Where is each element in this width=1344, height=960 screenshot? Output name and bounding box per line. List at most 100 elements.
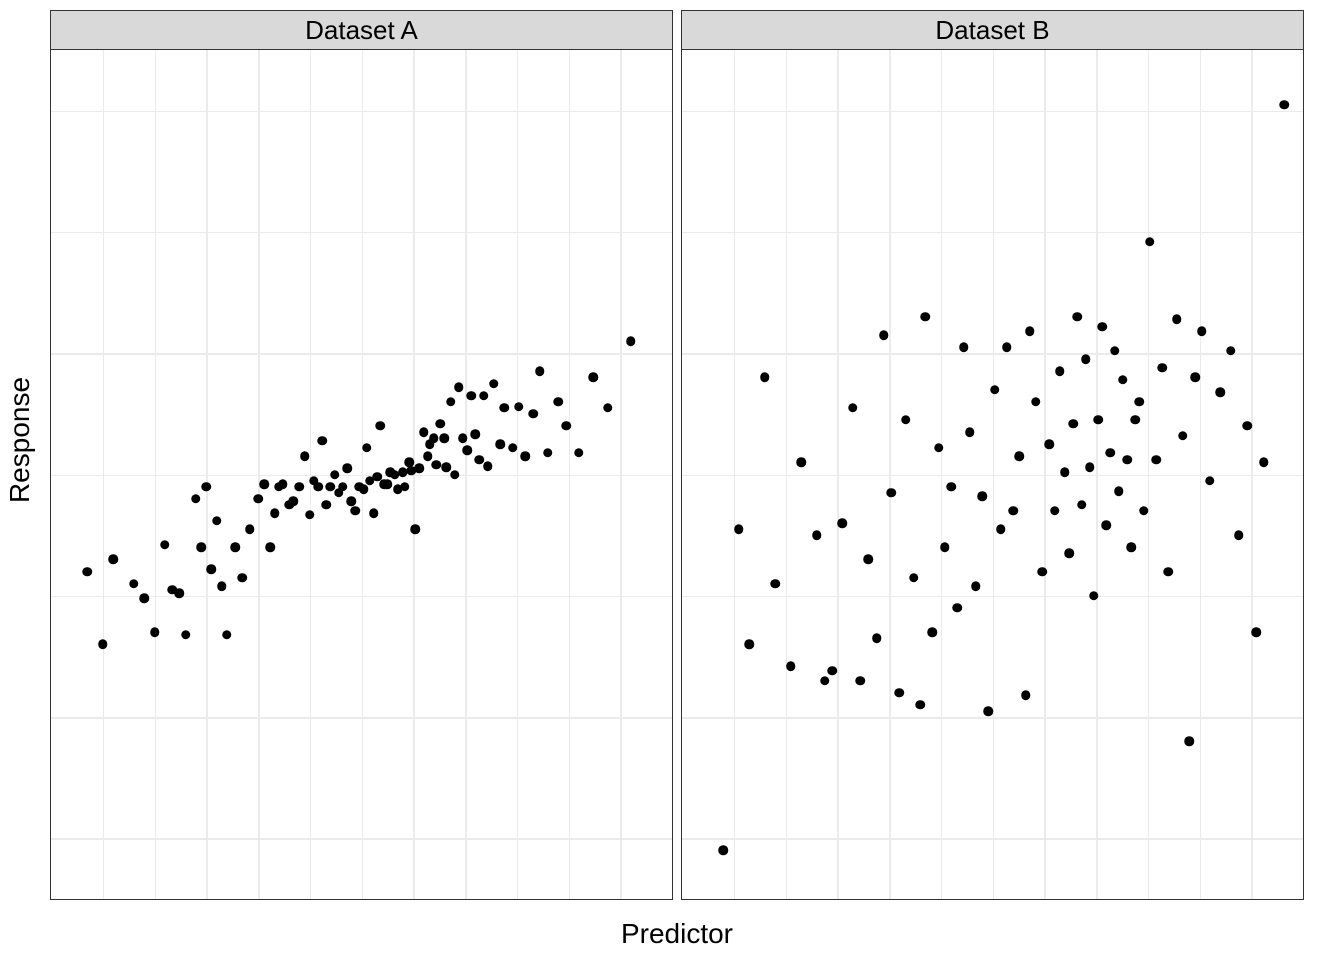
data-point <box>879 330 889 340</box>
data-point <box>886 488 896 498</box>
grid-line <box>51 232 672 234</box>
data-point <box>946 482 956 492</box>
data-point <box>1259 458 1269 468</box>
data-point <box>175 589 185 599</box>
data-point <box>1184 737 1194 747</box>
grid-line <box>682 353 1303 355</box>
data-point <box>129 579 139 589</box>
data-point <box>1102 521 1112 531</box>
x-axis-title: Predictor <box>50 918 1304 950</box>
data-point <box>429 433 439 443</box>
grid-line <box>682 111 1303 113</box>
data-point <box>351 506 361 516</box>
data-point <box>1242 421 1252 431</box>
data-point <box>940 543 950 553</box>
data-point <box>139 593 149 603</box>
data-point <box>300 452 310 462</box>
data-point <box>362 443 372 453</box>
data-point <box>965 427 975 437</box>
data-point <box>150 627 160 637</box>
data-point <box>1114 487 1124 497</box>
data-point <box>82 567 92 577</box>
data-point <box>1131 415 1141 425</box>
data-point <box>322 500 332 510</box>
data-point <box>1164 567 1174 577</box>
data-point <box>786 661 796 671</box>
data-point <box>305 510 315 520</box>
data-point <box>848 403 858 413</box>
data-point <box>719 846 729 856</box>
data-point <box>222 630 232 640</box>
data-point <box>1008 506 1018 516</box>
data-point <box>471 430 481 440</box>
plot-area-b <box>681 50 1304 900</box>
data-point <box>1280 100 1290 110</box>
data-point <box>1205 476 1215 486</box>
data-point <box>230 543 240 553</box>
data-point <box>996 524 1006 534</box>
data-point <box>1197 327 1207 337</box>
data-point <box>745 640 755 650</box>
grid-line <box>51 717 672 719</box>
data-point <box>1085 462 1095 472</box>
facet-strip-a: Dataset A <box>50 10 673 50</box>
data-point <box>1060 467 1070 477</box>
data-point <box>838 518 848 528</box>
data-point <box>901 415 911 425</box>
data-point <box>1073 312 1083 322</box>
data-point <box>920 312 930 322</box>
data-point <box>313 482 323 492</box>
data-point <box>489 379 499 389</box>
panel-dataset-a: Dataset A <box>50 10 673 900</box>
data-point <box>317 436 327 446</box>
data-point <box>603 403 613 413</box>
data-point <box>1145 237 1155 247</box>
grid-line <box>51 838 672 840</box>
data-point <box>450 470 460 480</box>
data-point <box>1139 506 1149 516</box>
data-point <box>369 509 379 519</box>
data-point <box>1045 439 1055 449</box>
data-point <box>98 640 108 650</box>
data-point <box>1089 591 1099 601</box>
data-point <box>400 482 410 492</box>
data-point <box>971 581 981 591</box>
data-point <box>1122 455 1132 465</box>
panel-dataset-b: Dataset B <box>681 10 1304 900</box>
data-point <box>1025 327 1035 337</box>
data-point <box>454 382 464 392</box>
data-point <box>796 458 806 468</box>
data-point <box>855 676 865 686</box>
data-point <box>1172 315 1182 325</box>
data-point <box>1050 506 1060 516</box>
data-point <box>934 443 944 453</box>
data-point <box>915 700 925 710</box>
data-point <box>1064 549 1074 559</box>
data-point <box>259 479 269 489</box>
data-point <box>1068 419 1078 429</box>
data-point <box>1157 363 1167 373</box>
data-point <box>953 603 963 613</box>
data-point <box>207 564 217 574</box>
data-point <box>466 391 476 401</box>
data-point <box>442 462 452 472</box>
data-point <box>342 464 352 474</box>
data-point <box>458 433 468 443</box>
data-point <box>446 397 456 407</box>
data-point <box>1031 397 1041 407</box>
data-point <box>346 496 356 506</box>
data-point <box>440 433 450 443</box>
y-axis-title-text: Response <box>4 377 36 503</box>
data-point <box>160 540 170 550</box>
data-point <box>1093 415 1103 425</box>
data-point <box>928 627 938 637</box>
data-point <box>1055 367 1065 377</box>
data-point <box>238 573 248 583</box>
data-point <box>535 367 545 377</box>
data-point <box>520 452 530 462</box>
data-point <box>589 373 599 383</box>
data-point <box>734 524 744 534</box>
data-point <box>330 470 340 480</box>
data-point <box>1215 387 1225 397</box>
data-point <box>990 385 1000 395</box>
